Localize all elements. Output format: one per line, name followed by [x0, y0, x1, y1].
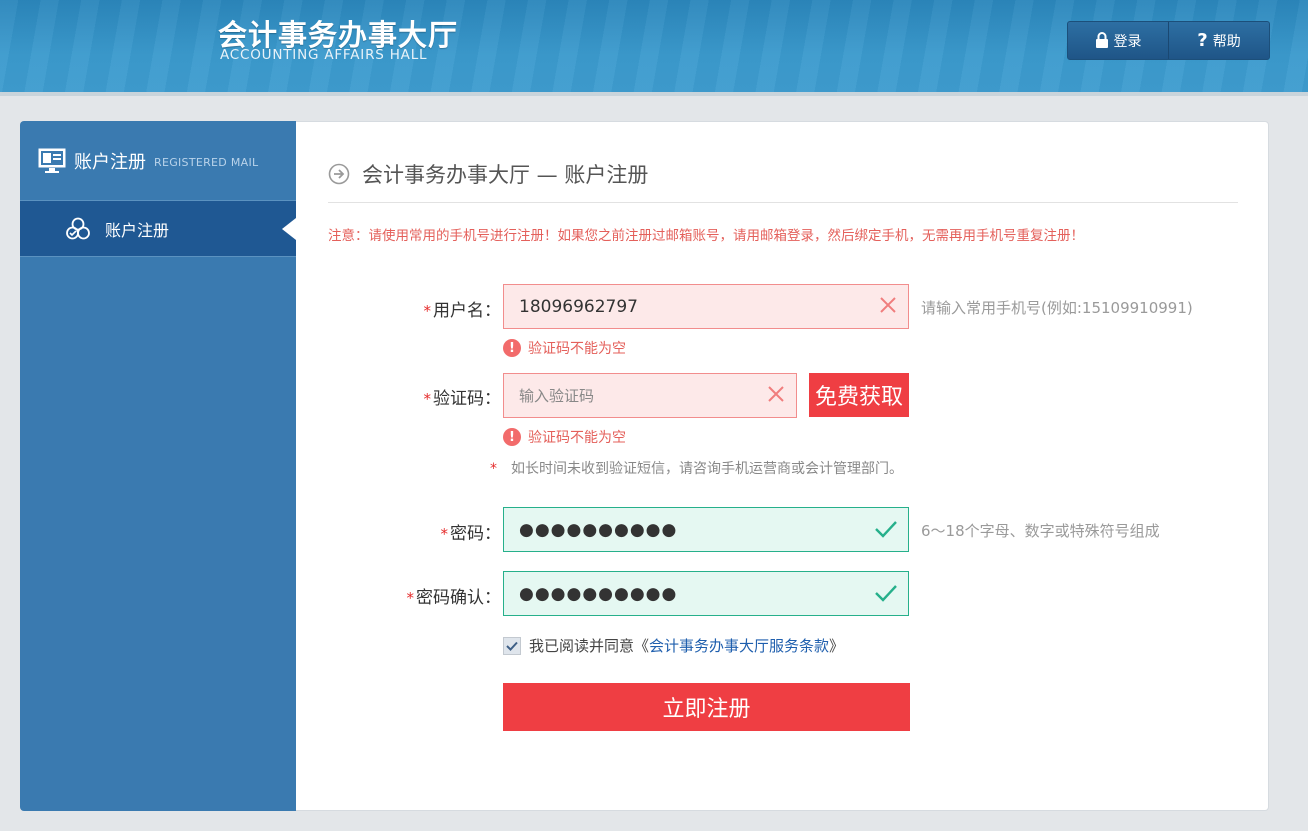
- lock-icon: [1095, 32, 1108, 48]
- login-label: 登录: [1113, 33, 1142, 50]
- sms-note: * 如长时间未收到验证短信，请咨询手机运营商或会计管理部门。: [490, 461, 903, 477]
- check-icon: [875, 585, 897, 602]
- username-error: ! 验证码不能为空: [503, 338, 626, 358]
- site-logo-subtitle: ACCOUNTING AFFAIRS HALL: [220, 47, 428, 63]
- title-divider: [328, 202, 1238, 203]
- sidebar-subtitle: REGISTERED MAIL: [154, 156, 259, 169]
- arrow-circle-icon: [328, 163, 350, 185]
- top-button-group: 登录 ? 帮助: [1067, 21, 1270, 60]
- terms-link[interactable]: 会计事务办事大厅服务条款: [649, 635, 829, 656]
- captcha-error: ! 验证码不能为空: [503, 427, 626, 447]
- page-title-text: 会计事务办事大厅 — 账户注册: [362, 163, 649, 187]
- required-mark: *: [423, 302, 432, 320]
- agreement-row: 我已阅读并同意《 会计事务办事大厅服务条款 》: [503, 635, 844, 656]
- alert-icon: !: [503, 428, 521, 446]
- question-icon: ?: [1197, 30, 1208, 51]
- monitor-id-icon: [38, 148, 66, 173]
- password-input[interactable]: [519, 519, 831, 540]
- agree-checkbox[interactable]: [503, 636, 521, 655]
- username-input[interactable]: [519, 296, 831, 317]
- checkmark-icon: [506, 641, 518, 651]
- top-header: 会计事务办事大厅 ACCOUNTING AFFAIRS HALL 登录 ? 帮助: [0, 0, 1308, 96]
- password-hint: 6～18个字母、数字或特殊符号组成: [921, 522, 1160, 540]
- help-button[interactable]: ? 帮助: [1168, 22, 1269, 59]
- clear-icon[interactable]: [878, 295, 898, 315]
- help-label: 帮助: [1212, 33, 1241, 50]
- sidebar-item-label: 账户注册: [105, 220, 170, 240]
- password-confirm-input[interactable]: [519, 583, 831, 604]
- main-panel: 会计事务办事大厅 — 账户注册 注意：请使用常用的手机号进行注册！如果您之前注册…: [296, 121, 1269, 811]
- captcha-label: * 验证码：: [423, 389, 502, 409]
- alert-icon: !: [503, 339, 521, 357]
- password-field-box: [503, 507, 909, 552]
- sidebar-item-register[interactable]: 账户注册: [20, 201, 296, 257]
- sidebar-header: 账户注册 REGISTERED MAIL: [20, 121, 296, 201]
- sidebar: 账户注册 REGISTERED MAIL 账户注册: [20, 121, 296, 811]
- notice-text: 注意：请使用常用的手机号进行注册！如果您之前注册过邮箱账号，请用邮箱登录，然后绑…: [328, 228, 1084, 244]
- register-submit-button[interactable]: 立即注册: [503, 683, 910, 731]
- agree-suffix: 》: [829, 637, 845, 655]
- password-label: * 密码：: [440, 524, 502, 544]
- check-icon: [875, 521, 897, 538]
- password-confirm-field-box: [503, 571, 909, 616]
- page-title: 会计事务办事大厅 — 账户注册: [328, 159, 648, 189]
- agree-text: 我已阅读并同意《: [529, 637, 650, 655]
- sidebar-title: 账户注册: [74, 151, 146, 173]
- captcha-input[interactable]: [519, 385, 741, 406]
- login-button[interactable]: 登录: [1068, 22, 1168, 59]
- password-confirm-label: * 密码确认：: [406, 588, 502, 608]
- username-label: * 用户名：: [423, 301, 502, 321]
- circles-icon: [66, 217, 90, 239]
- get-code-button[interactable]: 免费获取: [809, 373, 909, 417]
- clear-icon[interactable]: [766, 384, 786, 404]
- username-field-box: [503, 284, 909, 329]
- username-hint: 请输入常用手机号(例如:15109910991): [921, 299, 1193, 317]
- captcha-field-box: [503, 373, 797, 418]
